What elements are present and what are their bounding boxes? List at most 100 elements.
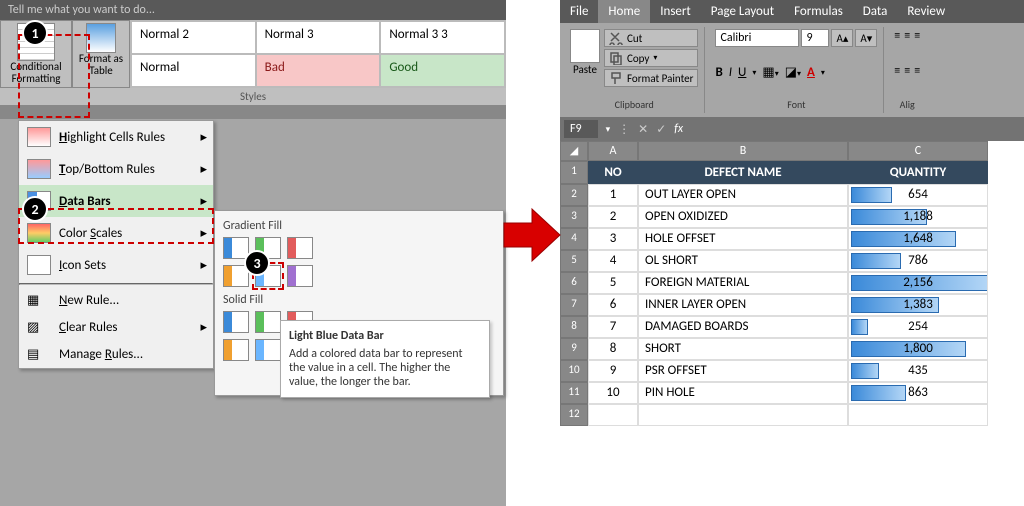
cell-defect-name[interactable]: DAMAGED BOARDS [638, 316, 848, 338]
select-all-corner[interactable]: ◢ [560, 141, 588, 161]
font-size-combo[interactable]: 9 [801, 29, 829, 47]
tab-formulas[interactable]: Formulas [784, 0, 853, 23]
menu-top-bottom[interactable]: Top/Bottom Rules ▸ [19, 153, 213, 185]
cell-defect-name[interactable]: SHORT [638, 338, 848, 360]
cell-quantity[interactable]: 1,188 [848, 206, 988, 228]
align-top-button[interactable]: ≡ [894, 29, 900, 43]
swatch-solid-lightblue[interactable] [255, 339, 281, 361]
worksheet-grid[interactable]: ◢ A B C 1 NO DEFECT NAME QUANTITY 21OUT … [560, 141, 1024, 426]
cell-defect-name[interactable]: OUT LAYER OPEN [638, 184, 848, 206]
cell-quantity[interactable]: 654 [848, 184, 988, 206]
cell-quantity[interactable]: 254 [848, 316, 988, 338]
empty-cell[interactable] [588, 404, 638, 426]
style-normal-33[interactable]: Normal 3 3 [380, 21, 505, 54]
menu-new-rule[interactable]: ▦ New Rule... [19, 287, 213, 314]
cell-defect-name[interactable]: INNER LAYER OPEN [638, 294, 848, 316]
cell-no[interactable]: 5 [588, 272, 638, 294]
tab-file[interactable]: File [560, 0, 598, 23]
cell-quantity[interactable]: 1,383 [848, 294, 988, 316]
cell-quantity[interactable]: 786 [848, 250, 988, 272]
style-normal[interactable]: Normal [131, 54, 256, 87]
col-header-K[interactable]: K [420, 176, 480, 190]
cell-no[interactable]: 8 [588, 338, 638, 360]
row-6[interactable]: 6 [560, 272, 588, 294]
swatch-solid-green[interactable] [255, 311, 281, 333]
col-B[interactable]: B [638, 141, 848, 161]
row-12[interactable]: 12 [560, 404, 588, 426]
shrink-font-button[interactable]: A▾ [855, 29, 877, 47]
cell-no[interactable]: 1 [588, 184, 638, 206]
row-3[interactable]: 3 [560, 206, 588, 228]
cell-defect-name[interactable]: PSR OFFSET [638, 360, 848, 382]
align-center-button[interactable]: ≡ [904, 64, 910, 78]
format-as-table-button[interactable]: Format as Table [72, 20, 130, 88]
align-bottom-button[interactable]: ≡ [914, 29, 920, 43]
menu-manage-rules[interactable]: ▤ Manage Rules... [19, 341, 213, 368]
fill-color-button[interactable]: ◪▾ [785, 65, 801, 80]
tab-review[interactable]: Review [897, 0, 955, 23]
header-qty[interactable]: QUANTITY [848, 161, 988, 184]
cell-no[interactable]: 3 [588, 228, 638, 250]
align-right-button[interactable]: ≡ [914, 64, 920, 78]
borders-button[interactable]: ▦▾ [762, 65, 778, 80]
swatch-gradient-red[interactable] [287, 237, 313, 259]
row-5[interactable]: 5 [560, 250, 588, 272]
cell-quantity[interactable]: 1,800 [848, 338, 988, 360]
enter-formula-button[interactable]: ✓ [656, 122, 666, 137]
tell-me-bar[interactable]: Tell me what you want to do... [0, 0, 506, 20]
cell-defect-name[interactable]: OL SHORT [638, 250, 848, 272]
copy-button[interactable]: Copy▾ [604, 49, 698, 67]
swatch-gradient-purple[interactable] [287, 265, 313, 287]
empty-cell[interactable] [638, 404, 848, 426]
name-box[interactable]: F9 [564, 120, 598, 138]
align-left-button[interactable]: ≡ [894, 64, 900, 78]
style-good[interactable]: Good [380, 54, 505, 87]
cell-no[interactable]: 6 [588, 294, 638, 316]
row-1[interactable]: 1 [560, 161, 588, 184]
cell-quantity[interactable]: 2,156 [848, 272, 988, 294]
col-C[interactable]: C [848, 141, 988, 161]
cell-defect-name[interactable]: OPEN OXIDIZED [638, 206, 848, 228]
fx-button[interactable]: fx [674, 122, 683, 136]
row-4[interactable]: 4 [560, 228, 588, 250]
menu-color-scales[interactable]: Color Scales ▸ [19, 217, 213, 249]
swatch-solid-blue[interactable] [223, 311, 249, 333]
row-2[interactable]: 2 [560, 184, 588, 206]
row-9[interactable]: 9 [560, 338, 588, 360]
cell-quantity[interactable]: 435 [848, 360, 988, 382]
menu-highlight-cells[interactable]: Highlight Cells Rules ▸ [19, 121, 213, 153]
tab-insert[interactable]: Insert [650, 0, 701, 23]
menu-data-bars[interactable]: Data Bars ▸ [19, 185, 213, 217]
cut-button[interactable]: Cut [604, 29, 698, 47]
cell-no[interactable]: 7 [588, 316, 638, 338]
bold-button[interactable]: B [715, 65, 722, 80]
style-normal-3[interactable]: Normal 3 [256, 21, 381, 54]
paste-button[interactable]: Paste [570, 29, 600, 87]
tab-home[interactable]: Home [598, 0, 650, 23]
row-8[interactable]: 8 [560, 316, 588, 338]
tab-data[interactable]: Data [853, 0, 898, 23]
cell-no[interactable]: 9 [588, 360, 638, 382]
header-defect[interactable]: DEFECT NAME [638, 161, 848, 184]
col-header-I[interactable]: I [220, 176, 320, 190]
font-color-button[interactable]: A [807, 65, 815, 80]
row-11[interactable]: 11 [560, 382, 588, 404]
cell-quantity[interactable]: 863 [848, 382, 988, 404]
cell-no[interactable]: 4 [588, 250, 638, 272]
align-middle-button[interactable]: ≡ [904, 29, 910, 43]
row-7[interactable]: 7 [560, 294, 588, 316]
style-normal-2[interactable]: Normal 2 [131, 21, 256, 54]
tab-page-layout[interactable]: Page Layout [701, 0, 784, 23]
header-no[interactable]: NO [588, 161, 638, 184]
menu-icon-sets[interactable]: Icon Sets ▸ [19, 249, 213, 281]
cell-no[interactable]: 2 [588, 206, 638, 228]
empty-cell[interactable] [848, 404, 988, 426]
cell-defect-name[interactable]: PIN HOLE [638, 382, 848, 404]
col-A[interactable]: A [588, 141, 638, 161]
cell-defect-name[interactable]: HOLE OFFSET [638, 228, 848, 250]
italic-button[interactable]: I [729, 65, 732, 80]
menu-clear-rules[interactable]: ▨ Clear Rules ▸ [19, 314, 213, 341]
row-10[interactable]: 10 [560, 360, 588, 382]
font-name-combo[interactable]: Calibri [715, 29, 799, 47]
cell-no[interactable]: 10 [588, 382, 638, 404]
